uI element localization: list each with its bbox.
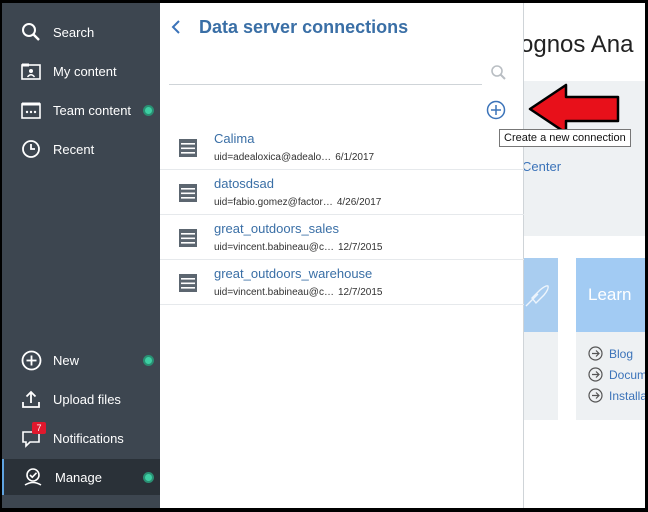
annotation-arrow-icon [528,83,620,135]
sidebar-item-label: Upload files [53,391,121,407]
connection-meta: uid=adealoxica@adealo… 6/1/2017 [214,152,375,163]
arrow-circle-icon [588,367,603,382]
server-icon [178,228,198,248]
sidebar-item-new[interactable]: New [2,342,160,378]
add-connection-button[interactable] [486,100,506,120]
manage-icon [22,466,44,488]
connection-name: great_outdoors_sales [214,221,340,236]
list-item[interactable]: Calima uid=adealoxica@adealo… 6/1/2017 [160,125,524,170]
center-link[interactable]: Center [522,159,561,174]
panel-header: Data server connections [160,3,524,51]
sidebar-item-search[interactable]: Search [2,14,160,50]
learn-card-header: Learn [576,258,645,332]
sidebar-item-manage[interactable]: Manage [2,459,160,495]
connection-list: Calima uid=adealoxica@adealo… 6/1/2017 da… [160,125,524,305]
arrow-circle-icon [588,388,603,403]
panel-title: Data server connections [199,17,409,37]
sidebar-item-label: Manage [55,469,102,485]
team-folder-icon [20,99,42,121]
connection-meta: uid=vincent.babineau@c… 12/7/2015 [214,287,383,298]
status-dot [143,105,154,116]
tooltip: Create a new connection [499,129,631,147]
search-icon [20,21,42,43]
list-item[interactable]: datosdsad uid=fabio.gomez@factor… 4/26/20… [160,170,524,215]
search-underline [169,84,482,85]
connection-name: datosdsad [214,176,274,191]
plus-circle-icon [486,100,506,120]
connection-meta: uid=fabio.gomez@factor… 4/26/2017 [214,197,382,208]
sidebar-item-label: My content [53,63,117,79]
back-chevron-icon[interactable] [168,17,184,37]
sidebar-item-label: Search [53,24,95,40]
connection-meta: uid=vincent.babineau@c… 12/7/2015 [214,242,383,253]
upload-icon [20,388,42,410]
arrow-circle-icon [588,346,603,361]
rocket-icon [525,285,549,307]
blog-link[interactable]: Blog [588,346,633,361]
learn-card-title: Learn [588,285,632,304]
status-dot [143,355,154,366]
sidebar-item-recent[interactable]: Recent [2,131,160,167]
plus-circle-icon [20,349,42,371]
app-title: ognos Ana [520,31,634,58]
sidebar-item-label: Recent [53,141,95,157]
sidebar-item-label: Team content [53,102,132,118]
folder-user-icon [20,60,42,82]
sidebar-item-notifications[interactable]: 7 Notifications [2,420,160,456]
sidebar-item-label: New [53,352,80,368]
sidebar-item-upload-files[interactable]: Upload files [2,381,160,417]
list-item[interactable]: great_outdoors_warehouse uid=vincent.bab… [160,260,524,305]
server-icon [178,273,198,293]
connection-name: great_outdoors_warehouse [214,266,373,281]
sidebar: Search My content Team content Recent Ne… [2,3,160,508]
server-icon [178,183,198,203]
card-image [524,258,558,332]
installation-link[interactable]: Installa [588,388,645,403]
documentation-link[interactable]: Docum [588,367,645,382]
screen: Search My content Team content Recent Ne… [0,0,648,512]
data-server-connections-panel: Data server connections Calima uid=adeal… [160,3,524,508]
sidebar-item-my-content[interactable]: My content [2,53,160,89]
connection-name: Calima [214,131,255,146]
list-item[interactable]: great_outdoors_sales uid=vincent.babinea… [160,215,524,260]
background-app: ognos Ana Center Learn Blog Docum Instal… [520,3,645,508]
feature-card[interactable] [524,258,558,420]
search-input[interactable] [169,61,482,83]
notification-badge: 7 [32,422,46,434]
status-dot [143,472,154,483]
sidebar-item-label: Notifications [53,430,124,446]
search-icon[interactable] [490,64,508,82]
clock-icon [20,138,42,160]
sidebar-item-team-content[interactable]: Team content [2,92,160,128]
learn-card[interactable]: Learn Blog Docum Installa [576,258,645,420]
server-icon [178,138,198,158]
